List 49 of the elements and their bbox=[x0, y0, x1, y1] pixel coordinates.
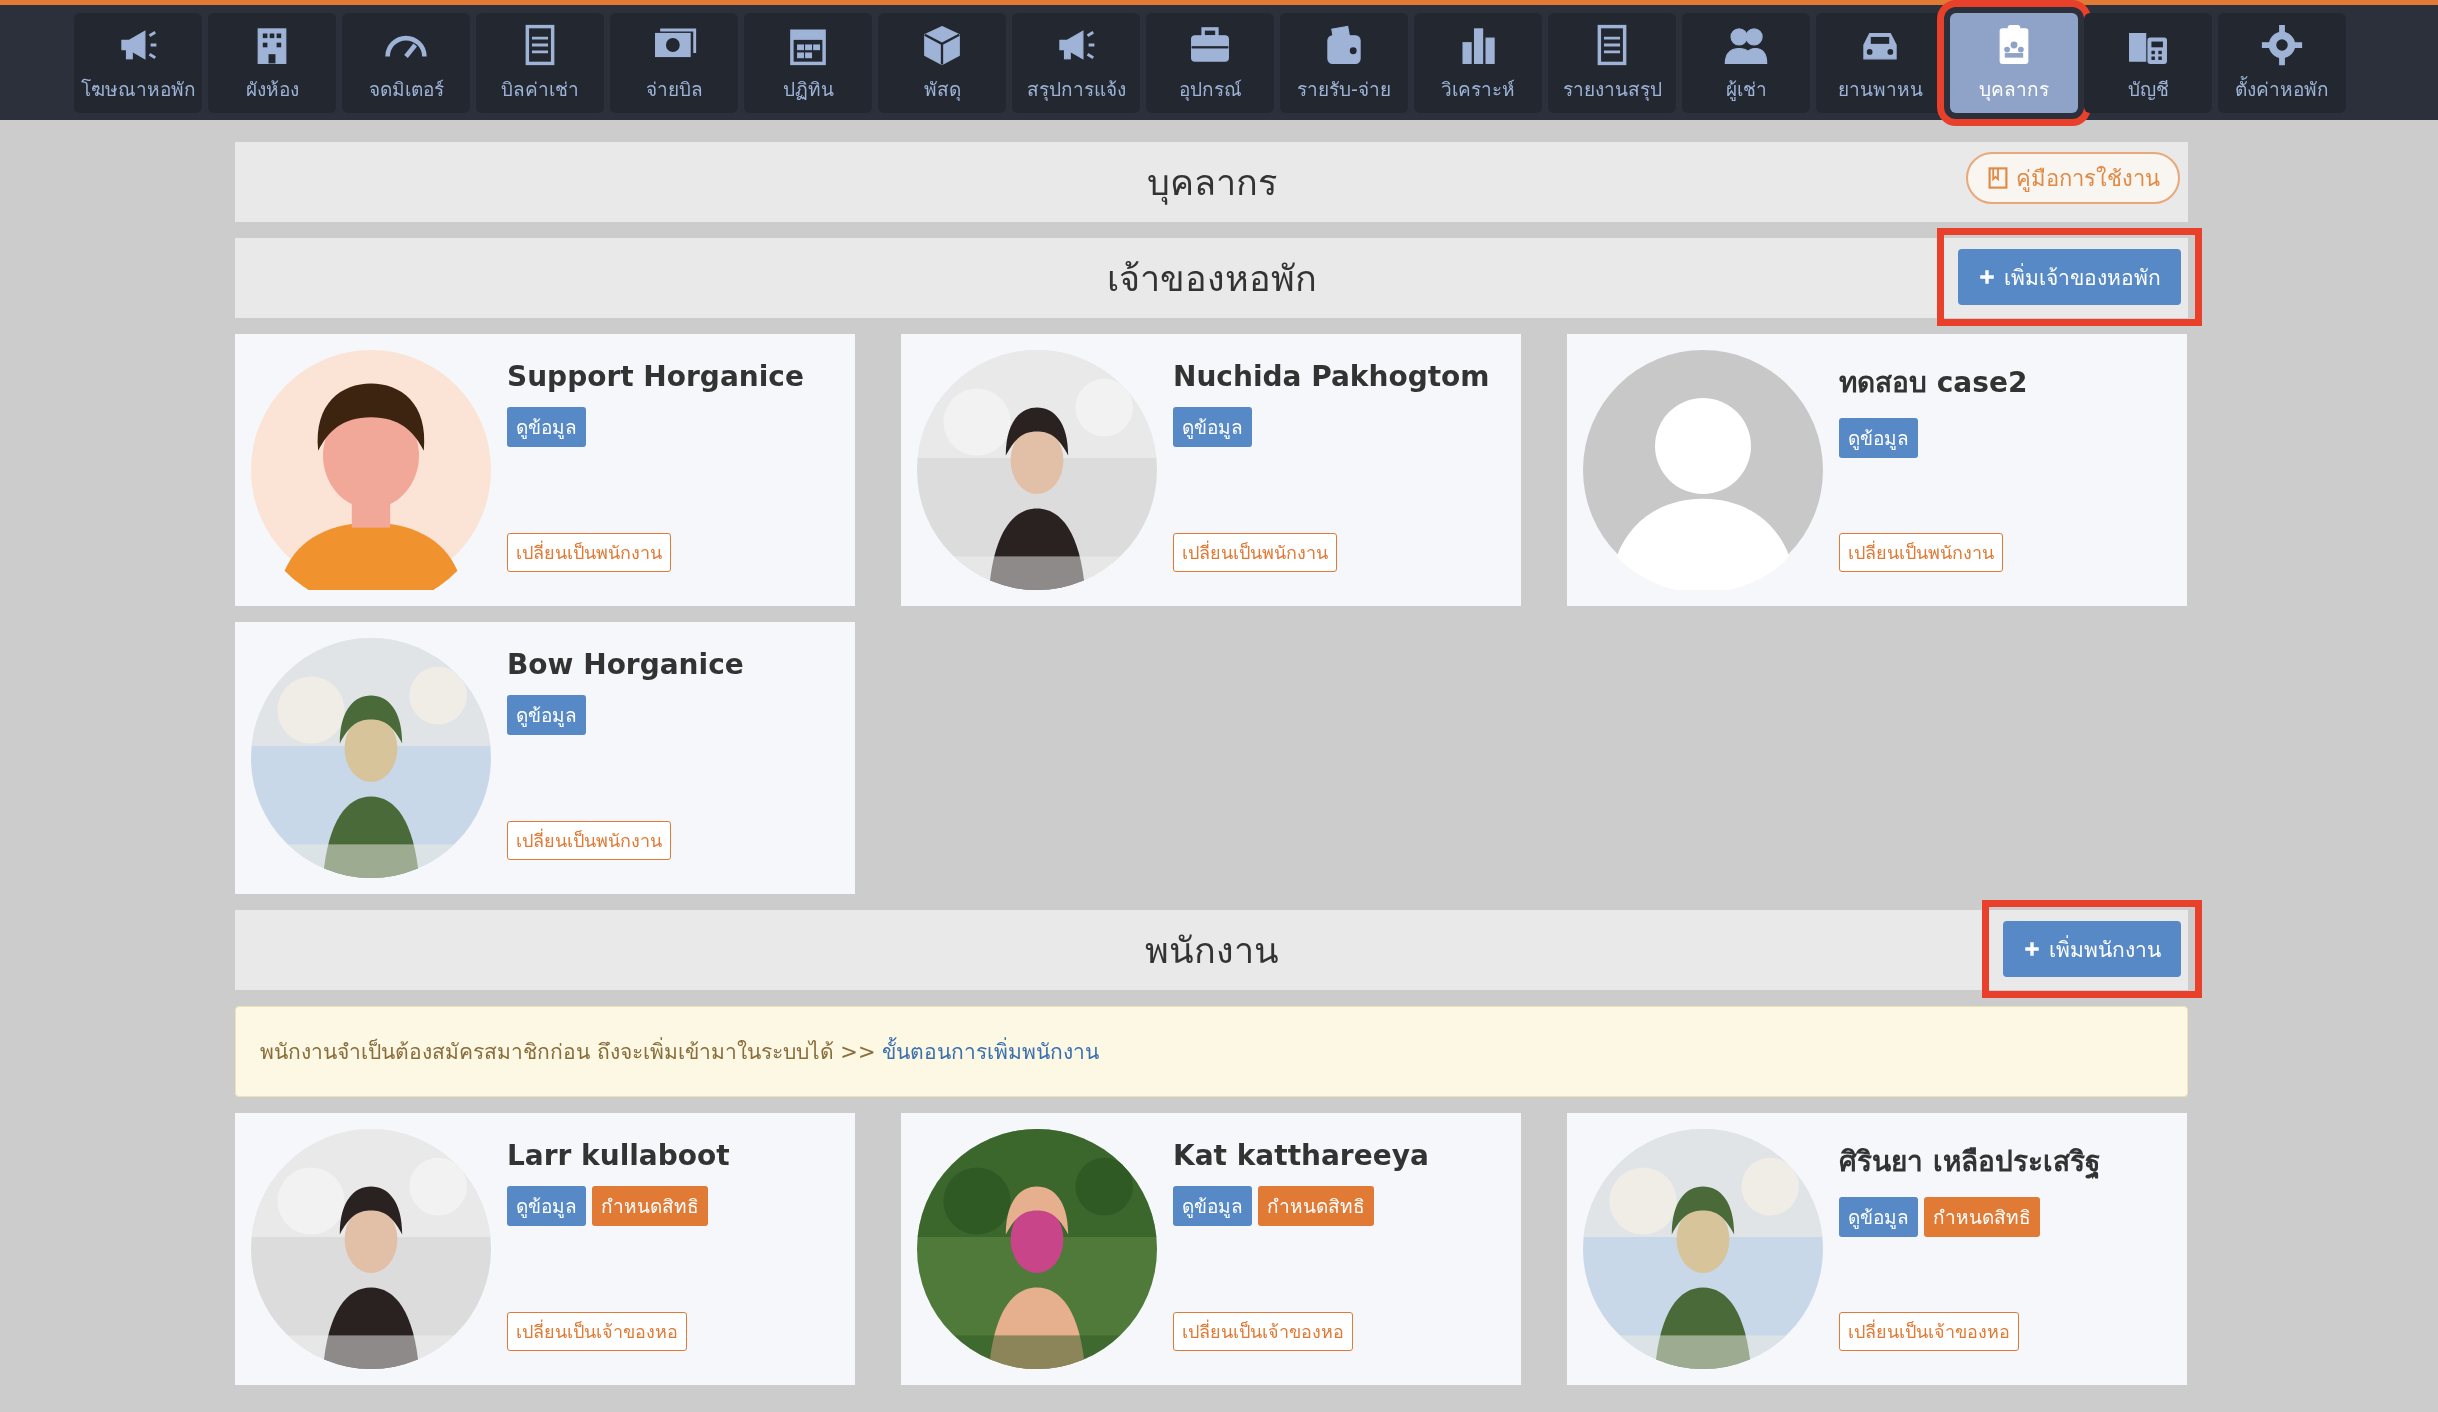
book-icon bbox=[1986, 166, 2010, 190]
nav-tab[interactable]: ปฏิทิน bbox=[744, 13, 872, 113]
nav-tab[interactable]: โฆษณาหอพัก bbox=[74, 13, 202, 113]
switch-role-button[interactable]: เปลี่ยนเป็นเจ้าของหอ bbox=[1839, 1312, 2019, 1351]
nav-tab[interactable]: รายรับ-จ่าย bbox=[1280, 13, 1408, 113]
plus-icon bbox=[2023, 940, 2041, 958]
plus-icon bbox=[1978, 268, 1996, 286]
view-info-button[interactable]: ดูข้อมูล bbox=[507, 695, 586, 735]
view-info-button[interactable]: ดูข้อมูล bbox=[1839, 1197, 1918, 1237]
switch-role-button[interactable]: เปลี่ยนเป็นพนักงาน bbox=[1173, 533, 1337, 572]
view-info-button[interactable]: ดูข้อมูล bbox=[1173, 407, 1252, 447]
nav-tab[interactable]: ผู้เช่า bbox=[1682, 13, 1810, 113]
switch-role-button[interactable]: เปลี่ยนเป็นพนักงาน bbox=[507, 821, 671, 860]
nav-tab[interactable]: บัญชี bbox=[2084, 13, 2212, 113]
permissions-button[interactable]: กำหนดสิทธิ bbox=[592, 1186, 708, 1226]
add-button[interactable]: เพิ่มพนักงาน bbox=[2003, 921, 2181, 977]
person-name: Nuchida Pakhogtom bbox=[1173, 360, 1490, 393]
view-info-button[interactable]: ดูข้อมูล bbox=[1173, 1186, 1252, 1226]
switch-role-button[interactable]: เปลี่ยนเป็นเจ้าของหอ bbox=[507, 1312, 687, 1351]
nav-tab[interactable]: บิลค่าเช่า bbox=[476, 13, 604, 113]
section-title: เจ้าของหอพัก bbox=[1106, 256, 1317, 301]
view-info-button[interactable]: ดูข้อมูล bbox=[507, 407, 586, 447]
nav-tab[interactable]: สรุปการแจ้ง bbox=[1012, 13, 1140, 113]
page-title: บุคลากร bbox=[1146, 160, 1277, 207]
nav-tab[interactable]: จ่ายบิล bbox=[610, 13, 738, 113]
nav-tab[interactable]: ตั้งค่าหอพัก bbox=[2218, 13, 2346, 113]
person-name: Larr kullaboot bbox=[507, 1139, 730, 1172]
view-info-button[interactable]: ดูข้อมูล bbox=[1839, 418, 1918, 458]
person-name: Support Horganice bbox=[507, 360, 804, 393]
nav-tab[interactable]: วิเคราะห์ bbox=[1414, 13, 1542, 113]
permissions-button[interactable]: กำหนดสิทธิ bbox=[1924, 1197, 2040, 1237]
switch-role-button[interactable]: เปลี่ยนเป็นพนักงาน bbox=[507, 533, 671, 572]
nav-tab[interactable]: ผังห้อง bbox=[208, 13, 336, 113]
switch-role-button[interactable]: เปลี่ยนเป็นพนักงาน bbox=[1839, 533, 2003, 572]
person-name: Kat katthareeya bbox=[1173, 1139, 1429, 1172]
add-button[interactable]: เพิ่มเจ้าของหอพัก bbox=[1958, 249, 2181, 305]
nav-tab[interactable]: จดมิเตอร์ bbox=[342, 13, 470, 113]
default-avatar-icon bbox=[1583, 350, 1823, 590]
person-name: ทดสอบ case2 bbox=[1839, 365, 2028, 401]
manual-button[interactable]: คู่มือการใช้งาน bbox=[1966, 152, 2180, 204]
nav-tab[interactable]: อุปกรณ์ bbox=[1146, 13, 1274, 113]
person-name: ศิรินยา เหลือประเสริฐ bbox=[1839, 1144, 2100, 1181]
section-title: พนักงาน bbox=[1144, 928, 1279, 973]
switch-role-button[interactable]: เปลี่ยนเป็นเจ้าของหอ bbox=[1173, 1312, 1353, 1351]
person-name: Bow Horganice bbox=[507, 648, 744, 681]
nav-tab[interactable]: รายงานสรุป bbox=[1548, 13, 1676, 113]
view-info-button[interactable]: ดูข้อมูล bbox=[507, 1186, 586, 1226]
nav-tab[interactable]: พัสดุ bbox=[878, 13, 1006, 113]
permissions-button[interactable]: กำหนดสิทธิ bbox=[1258, 1186, 1374, 1226]
